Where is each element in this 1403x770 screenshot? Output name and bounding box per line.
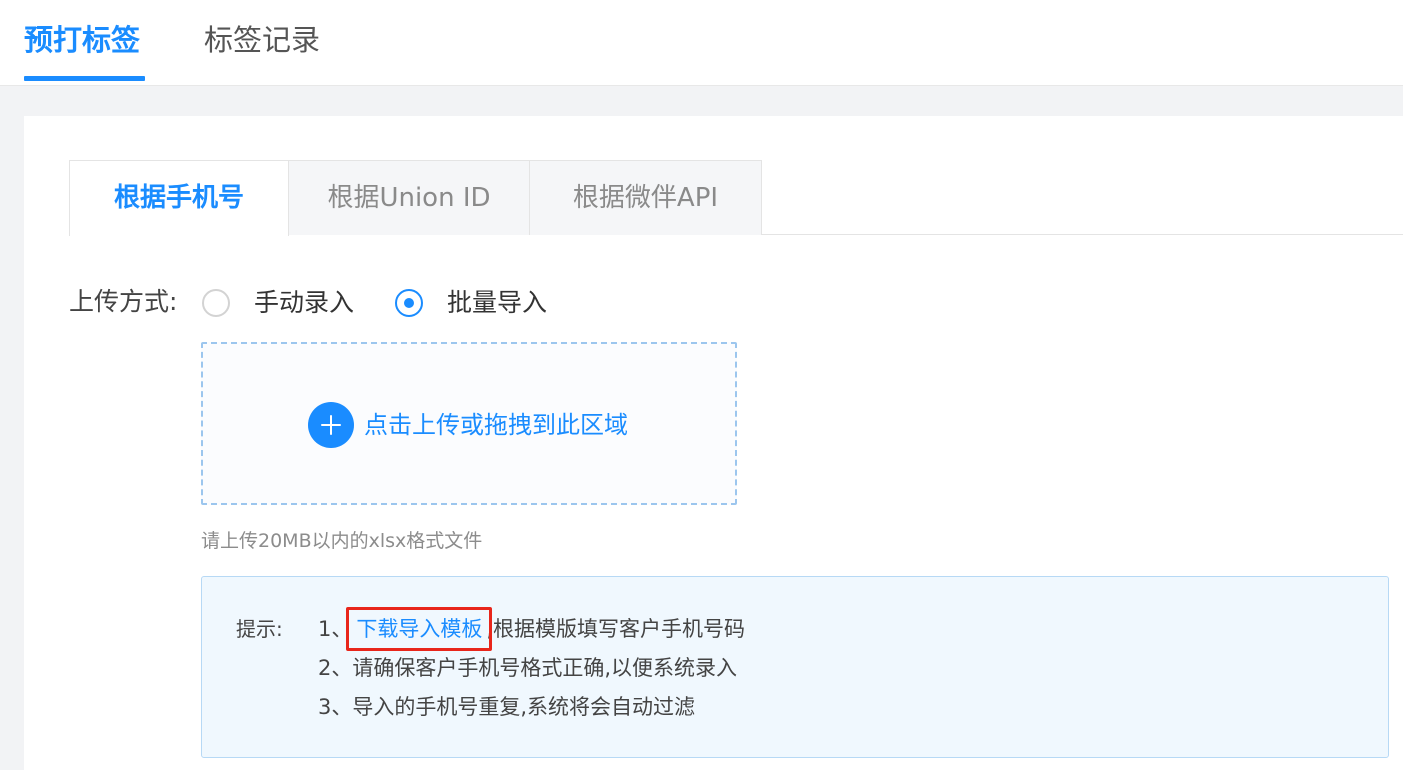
subtab-by-phone[interactable]: 根据手机号 xyxy=(69,160,289,236)
radio-manual-entry-label[interactable]: 手动录入 xyxy=(254,286,354,320)
radio-batch-import[interactable]: 批量导入 xyxy=(395,286,547,320)
tip-line-2: 2、请确保客户手机号格式正确,以便系统录入 xyxy=(318,656,738,680)
tab-tag-records-label: 标签记录 xyxy=(204,23,321,57)
tip-line-1-suffix: ,根据模版填写客户手机号码 xyxy=(486,617,746,641)
dropzone-text[interactable]: 点击上传或拖拽到此区域 xyxy=(364,407,628,443)
subtab-by-phone-label: 根据手机号 xyxy=(113,183,244,213)
subtab-by-weiban-api-label: 根据微伴API xyxy=(572,183,719,213)
subtab-by-union-id[interactable]: 根据Union ID xyxy=(288,160,530,235)
tips-title: 提示: xyxy=(236,617,283,641)
radio-manual-entry-circle[interactable] xyxy=(202,289,230,317)
plus-circle-icon[interactable] xyxy=(308,402,354,448)
tab-tag-records[interactable]: 标签记录 xyxy=(204,20,320,82)
upload-dropzone[interactable]: 点击上传或拖拽到此区域 xyxy=(201,342,737,505)
tips-box: 提示: 1、 下载导入模板 ,根据模版填写客户手机号码 2、请确保客户手机号格式正确… xyxy=(201,576,1389,758)
file-format-hint: 请上传20MB以内的xlsx格式文件 xyxy=(201,530,483,552)
tip-line-3: 3、导入的手机号重复,系统将会自动过滤 xyxy=(318,695,696,719)
subtab-by-weiban-api[interactable]: 根据微伴API xyxy=(529,160,762,235)
download-template-link[interactable]: 下载导入模板 xyxy=(346,607,493,651)
active-tab-indicator xyxy=(24,76,145,81)
radio-batch-import-label[interactable]: 批量导入 xyxy=(447,286,547,320)
radio-manual-entry[interactable]: 手动录入 xyxy=(202,286,354,320)
tab-pre-tagging[interactable]: 预打标签 xyxy=(24,20,145,82)
tip-line-1: 1、 下载导入模板 ,根据模版填写客户手机号码 xyxy=(318,607,746,651)
top-tab-bar: 预打标签 标签记录 xyxy=(0,0,1403,86)
tab-pre-tagging-label: 预打标签 xyxy=(24,23,141,57)
upload-method-label: 上传方式: xyxy=(69,287,178,316)
subtab-by-union-id-label: 根据Union ID xyxy=(327,183,491,213)
main-card: 根据手机号 根据Union ID 根据微伴API 上传方式: 手动录入 批量导入… xyxy=(24,116,1403,770)
dropzone-content[interactable]: 点击上传或拖拽到此区域 xyxy=(308,402,628,448)
radio-batch-import-circle[interactable] xyxy=(395,289,423,317)
